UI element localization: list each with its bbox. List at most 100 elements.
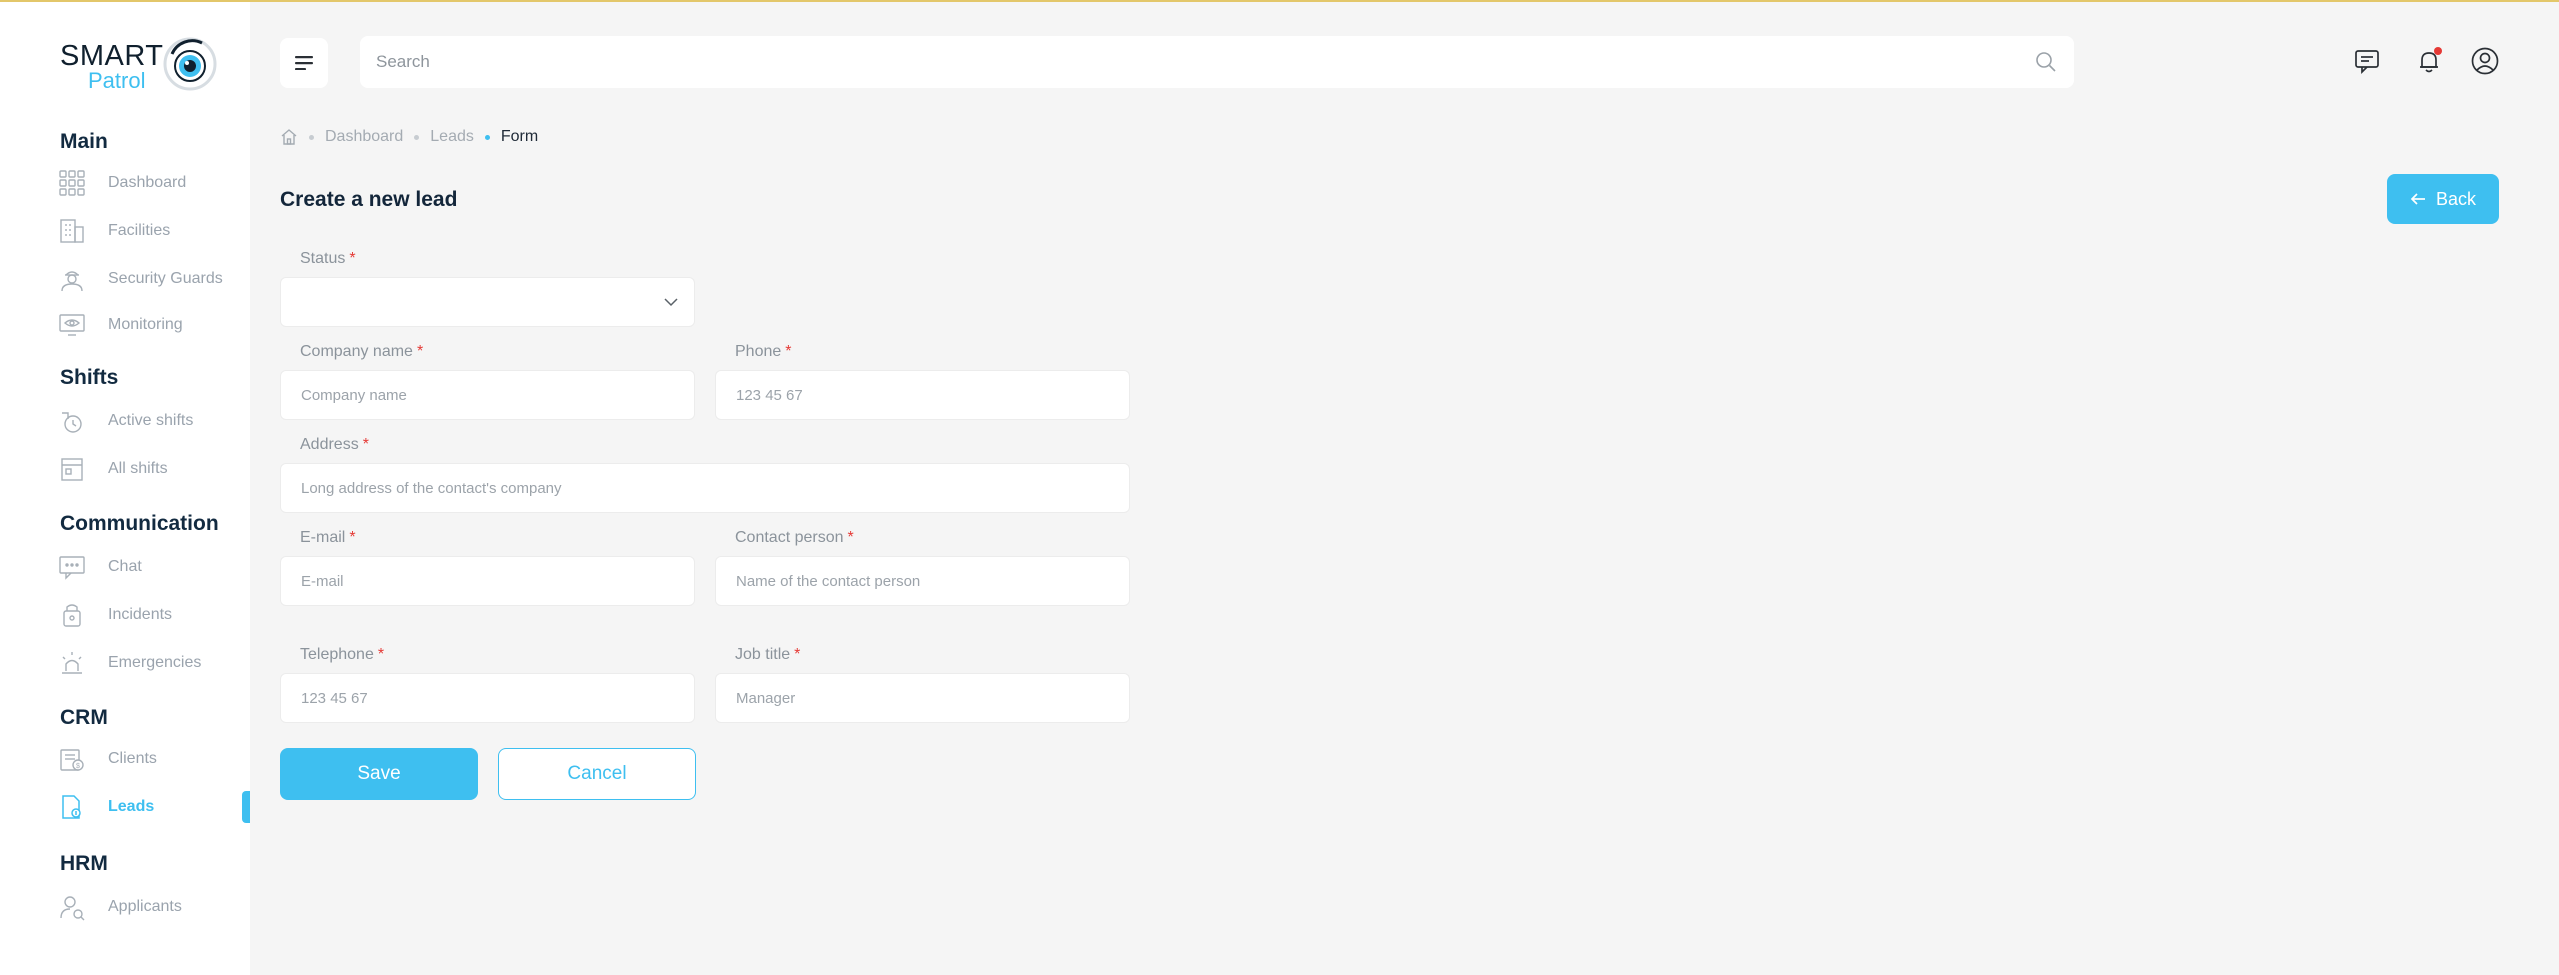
calendar-icon	[56, 453, 88, 485]
brand-logo[interactable]: SMART Patrol	[60, 36, 220, 96]
sidebar-item-active-shifts[interactable]: Active shifts	[56, 402, 246, 440]
required-mark: *	[349, 250, 356, 267]
job-title-input[interactable]	[716, 674, 1129, 722]
search-bar	[360, 36, 2074, 88]
incident-icon	[56, 599, 88, 631]
required-mark: *	[416, 343, 424, 360]
telephone-label-text: Telephone	[300, 646, 374, 663]
section-title-crm: CRM	[60, 706, 108, 729]
contact-person-label: Contact person *	[735, 529, 854, 547]
sidebar-item-applicants[interactable]: Applicants	[56, 888, 246, 926]
breadcrumb-separator	[309, 134, 314, 140]
save-button[interactable]: Save	[280, 748, 478, 800]
job-title-label-text: Job title	[735, 646, 791, 663]
sidebar-item-label: Security Guards	[108, 270, 223, 287]
section-title-main: Main	[60, 130, 108, 153]
breadcrumb-leads[interactable]: Leads	[430, 128, 474, 146]
search-input[interactable]	[376, 36, 2016, 88]
sidebar-item-security-guards[interactable]: Security Guards	[56, 260, 246, 298]
contact-person-field	[715, 556, 1130, 606]
applicants-icon	[56, 891, 88, 923]
telephone-field	[280, 673, 695, 723]
grid-icon	[56, 167, 88, 199]
back-label: Back	[2435, 188, 2477, 209]
company-name-label-text: Company name	[300, 343, 413, 360]
back-button[interactable]: Back	[2387, 174, 2499, 224]
sidebar-item-label: Chat	[108, 558, 142, 575]
job-title-label: Job title *	[735, 646, 800, 664]
messages-button[interactable]	[2352, 46, 2382, 76]
sidebar-item-label: Emergencies	[108, 654, 202, 671]
company-name-input[interactable]	[281, 371, 694, 419]
email-field	[280, 556, 695, 606]
sidebar-item-chat[interactable]: Chat	[56, 548, 246, 586]
breadcrumb-separator	[414, 134, 420, 140]
section-title-shifts: Shifts	[60, 366, 119, 389]
breadcrumb-dashboard[interactable]: Dashboard	[325, 128, 403, 146]
section-title-communication: Communication	[60, 512, 219, 535]
phone-label-text: Phone	[735, 343, 782, 360]
job-title-field	[715, 673, 1130, 723]
svg-text:$: $	[76, 763, 80, 770]
profile-button[interactable]	[2470, 46, 2500, 76]
guard-icon	[56, 263, 88, 295]
sidebar-item-label: Active shifts	[108, 412, 194, 429]
sidebar: SMART Patrol Main Dashboard Facilities S…	[0, 2, 250, 975]
phone-input[interactable]	[716, 371, 1129, 419]
menu-toggle-button[interactable]	[280, 38, 328, 88]
sidebar-item-leads[interactable]: Leads	[56, 788, 246, 826]
telephone-input[interactable]	[281, 674, 694, 722]
required-mark: *	[785, 343, 792, 360]
contact-person-input[interactable]	[716, 557, 1129, 605]
breadcrumb-separator	[484, 134, 490, 140]
sidebar-item-label: All shifts	[108, 460, 168, 477]
breadcrumb-current: Form	[500, 128, 539, 145]
building-icon	[56, 215, 88, 247]
page-title: Create a new lead	[280, 188, 458, 211]
address-field	[280, 463, 1130, 513]
clients-icon: $	[56, 743, 88, 775]
required-mark: *	[847, 529, 854, 546]
sidebar-item-label: Incidents	[108, 606, 173, 623]
status-label-text: Status	[300, 250, 346, 267]
email-input[interactable]	[281, 557, 694, 605]
alarm-icon	[56, 647, 88, 679]
email-label-text: E-mail	[300, 529, 346, 546]
search-icon[interactable]	[2034, 50, 2058, 74]
sidebar-item-monitoring[interactable]: Monitoring	[56, 306, 246, 344]
bell-icon	[2415, 47, 2443, 75]
cancel-button[interactable]: Cancel	[498, 748, 696, 800]
address-input[interactable]	[281, 464, 1129, 512]
phone-field	[715, 370, 1130, 420]
active-indicator	[242, 791, 250, 823]
status-label: Status *	[300, 250, 356, 268]
telephone-label: Telephone *	[300, 646, 384, 664]
required-mark: *	[377, 646, 385, 663]
status-value[interactable]	[281, 278, 694, 326]
arrow-left-icon	[2410, 192, 2426, 206]
sidebar-item-emergencies[interactable]: Emergencies	[56, 644, 246, 682]
sidebar-item-all-shifts[interactable]: All shifts	[56, 450, 246, 488]
monitor-eye-icon	[56, 309, 88, 341]
required-mark: *	[794, 646, 801, 663]
sidebar-item-incidents[interactable]: Incidents	[56, 596, 246, 634]
status-select[interactable]	[280, 277, 695, 327]
sidebar-item-label: Clients	[108, 750, 157, 767]
sidebar-item-dashboard[interactable]: Dashboard	[56, 164, 246, 202]
active-shift-icon	[56, 405, 88, 437]
sidebar-item-clients[interactable]: $ Clients	[56, 740, 246, 778]
notifications-button[interactable]	[2414, 46, 2444, 76]
sidebar-item-label: Facilities	[108, 222, 171, 239]
message-icon	[2353, 47, 2381, 75]
address-label: Address *	[300, 436, 369, 454]
contact-person-label-text: Contact person	[735, 529, 844, 546]
company-name-field	[280, 370, 695, 420]
sidebar-item-facilities[interactable]: Facilities	[56, 212, 246, 250]
user-circle-icon	[2470, 46, 2500, 76]
sidebar-item-label: Monitoring	[108, 316, 183, 333]
brand-line2: Patrol	[88, 68, 146, 93]
home-icon[interactable]	[280, 128, 298, 146]
hamburger-icon	[295, 56, 313, 70]
required-mark: *	[362, 436, 369, 453]
address-label-text: Address	[300, 436, 359, 453]
